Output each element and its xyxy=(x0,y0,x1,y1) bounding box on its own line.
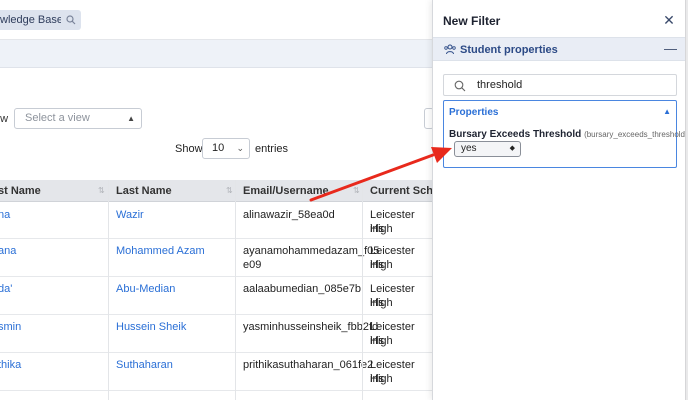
table-row: ana Mohammed Azam ayanamohammedazam_f05 … xyxy=(0,239,432,277)
header-first-name[interactable]: st Name xyxy=(0,180,41,202)
property-value: yes xyxy=(461,143,477,154)
properties-group: Properties ▲ Bursary Exceeds Threshold (… xyxy=(443,100,685,168)
view-select-placeholder: Select a view xyxy=(25,112,90,124)
email-cell: ayanamohammedazam_f05 xyxy=(243,245,380,257)
property-key: (bursary_exceeds_threshold) xyxy=(584,130,686,139)
school-cell-line2: irls xyxy=(370,259,385,271)
search-icon xyxy=(454,80,466,92)
chevron-up-icon[interactable]: ▲ xyxy=(663,107,671,116)
last-name-cell[interactable]: Wazir xyxy=(116,208,144,222)
table-row: thika Suthaharan prithikasuthaharan_061f… xyxy=(0,353,432,391)
table-row: na Wazir alinawazir_58ea0d Leicester Hig… xyxy=(0,203,432,239)
sort-icon[interactable]: ⇅ xyxy=(353,180,360,202)
view-label: ew xyxy=(0,113,9,125)
last-name-cell[interactable]: Hussein Sheik xyxy=(116,320,186,334)
first-name-cell[interactable]: ana xyxy=(0,244,16,258)
show-label: Show xyxy=(175,143,203,155)
school-cell-line2: irls xyxy=(370,223,385,235)
table-row: smin Hussein Sheik yasminhusseinsheik_fb… xyxy=(0,315,432,353)
column-divider xyxy=(108,180,109,400)
school-cell-line2: irls xyxy=(370,373,385,385)
search-icon xyxy=(66,15,76,25)
panel-title: New Filter xyxy=(443,14,501,28)
email-cell: aalaabumedian_085e7b xyxy=(243,283,362,295)
section-label: Student properties xyxy=(460,44,558,56)
column-divider xyxy=(362,180,363,400)
chevron-down-icon: ⌄ xyxy=(236,143,244,153)
sort-icon[interactable]: ⇅ xyxy=(98,180,105,202)
entries-value: 10 xyxy=(212,142,225,154)
collapse-icon[interactable]: — xyxy=(664,38,677,60)
property-label: Bursary Exceeds Threshold (bursary_excee… xyxy=(449,129,686,140)
table-row: da' Abu-Median aalaabumedian_085e7b Leic… xyxy=(0,277,432,315)
updown-caret-icon: ◆ xyxy=(509,145,515,152)
first-name-cell[interactable]: da' xyxy=(0,282,12,296)
table-header: st Name ⇅ Last Name ⇅ Email/Username ⇅ C… xyxy=(0,180,446,202)
email-cell: prithikasuthaharan_061fe2 xyxy=(243,359,374,371)
last-name-cell[interactable]: Suthaharan xyxy=(116,358,173,372)
entries-select[interactable]: 10 ⌄ xyxy=(202,138,250,159)
first-name-cell[interactable]: na xyxy=(0,208,10,222)
last-name-cell[interactable]: Mohammed Azam xyxy=(116,244,205,258)
first-name-cell[interactable]: thika xyxy=(0,358,21,372)
table-row xyxy=(0,391,432,400)
email-cell: alinawazir_58ea0d xyxy=(243,209,335,221)
new-filter-panel: New Filter ✕ Student properties — thresh… xyxy=(432,0,685,400)
header-last-name[interactable]: Last Name xyxy=(116,180,172,202)
email-cell-line2: e09 xyxy=(243,259,262,271)
entries-label: entries xyxy=(255,143,289,155)
screenshot-stage: wledge Base ew Select a view ▲︎ Show 10 … xyxy=(0,0,688,400)
properties-title[interactable]: Properties xyxy=(449,107,498,118)
student-properties-section[interactable]: Student properties — xyxy=(433,37,685,61)
updown-caret-icon: ▲︎ xyxy=(127,114,135,123)
school-cell-line2: irls xyxy=(370,335,385,347)
first-name-cell[interactable]: smin xyxy=(0,320,21,334)
last-name-cell[interactable]: Abu-Median xyxy=(116,282,175,296)
view-select[interactable]: Select a view ▲︎ xyxy=(14,108,142,129)
property-search-input[interactable]: threshold xyxy=(443,74,677,96)
header-email[interactable]: Email/Username xyxy=(243,180,329,202)
property-name: Bursary Exceeds Threshold xyxy=(449,129,582,140)
close-icon[interactable]: ✕ xyxy=(662,13,676,27)
property-value-select[interactable]: yes ◆ xyxy=(454,141,521,157)
users-icon xyxy=(444,44,456,55)
top-bar: wledge Base xyxy=(0,0,432,40)
app-window: wledge Base ew Select a view ▲︎ Show 10 … xyxy=(0,0,686,400)
search-value: threshold xyxy=(477,79,523,91)
column-divider xyxy=(235,180,236,400)
sort-icon[interactable]: ⇅ xyxy=(226,180,233,202)
search-button[interactable] xyxy=(61,10,81,30)
school-cell-line2: irls xyxy=(370,297,385,309)
email-cell: yasminhusseinsheik_fbb2fd xyxy=(243,321,379,333)
knowledge-base-button[interactable]: wledge Base xyxy=(0,10,70,30)
nav-band xyxy=(0,40,432,68)
